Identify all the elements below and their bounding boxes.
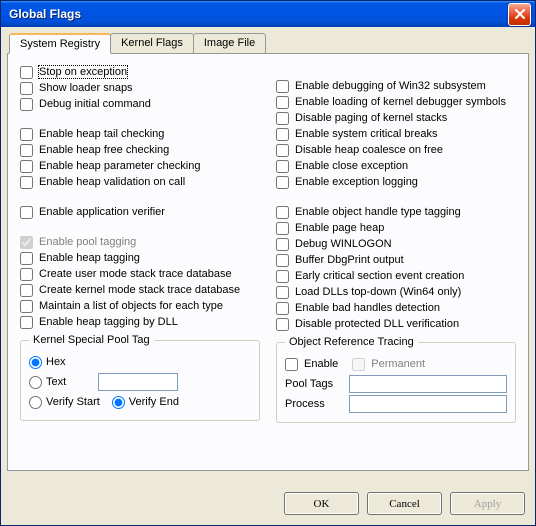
chk-objref-enable[interactable]: Enable	[285, 358, 338, 371]
radio-hex[interactable]	[29, 356, 42, 369]
process-label: Process	[285, 398, 349, 410]
tabstrip: System Registry Kernel Flags Image File	[9, 33, 529, 53]
ok-button[interactable]: OK	[284, 492, 359, 515]
radio-verify-end[interactable]	[112, 396, 125, 409]
chk-debug-win32[interactable]: Enable debugging of Win32 subsystem	[276, 78, 516, 94]
left-column: Stop on exception Show loader snaps Debu…	[20, 64, 260, 423]
tab-kernel-flags[interactable]: Kernel Flags	[110, 33, 194, 53]
chk-obj-handle-type-tag[interactable]: Enable object handle type tagging	[276, 204, 516, 220]
pool-tags-label: Pool Tags	[285, 378, 349, 390]
chk-maintain-obj-list[interactable]: Maintain a list of objects for each type	[20, 298, 260, 314]
right-column: Enable debugging of Win32 subsystem Enab…	[276, 64, 516, 423]
radio-verify-start-label: Verify Start	[46, 396, 100, 408]
kernel-pool-legend: Kernel Special Pool Tag	[29, 334, 154, 346]
global-flags-window: Global Flags System Registry Kernel Flag…	[0, 0, 536, 526]
chk-disable-heap-coalesce[interactable]: Disable heap coalesce on free	[276, 142, 516, 158]
tab-system-registry[interactable]: System Registry	[9, 33, 111, 54]
tab-image-file[interactable]: Image File	[193, 33, 266, 53]
chk-kernel-stack-trace-db[interactable]: Create kernel mode stack trace database	[20, 282, 260, 298]
radio-hex-label: Hex	[46, 356, 66, 368]
chk-bad-handles[interactable]: Enable bad handles detection	[276, 300, 516, 316]
chk-heap-free-checking[interactable]: Enable heap free checking	[20, 142, 260, 158]
chk-objref-permanent: Permanent	[352, 358, 425, 371]
chk-app-verifier[interactable]: Enable application verifier	[20, 204, 260, 220]
titlebar: Global Flags	[1, 1, 535, 27]
chk-page-heap[interactable]: Enable page heap	[276, 220, 516, 236]
client-area: System Registry Kernel Flags Image File …	[1, 27, 535, 525]
chk-debug-winlogon[interactable]: Debug WINLOGON	[276, 236, 516, 252]
process-input[interactable]	[349, 395, 507, 413]
apply-button[interactable]: Apply	[450, 492, 525, 515]
cancel-button[interactable]: Cancel	[367, 492, 442, 515]
window-title: Global Flags	[5, 7, 508, 21]
chk-disable-paging-kstacks[interactable]: Disable paging of kernel stacks	[276, 110, 516, 126]
chk-load-dlls-topdown[interactable]: Load DLLs top-down (Win64 only)	[276, 284, 516, 300]
chk-disable-protected-dll[interactable]: Disable protected DLL verification	[276, 316, 516, 332]
chk-heap-validation-call[interactable]: Enable heap validation on call	[20, 174, 260, 190]
object-ref-legend: Object Reference Tracing	[285, 336, 418, 348]
radio-verify-start[interactable]	[29, 396, 42, 409]
chk-heap-tagging-dll[interactable]: Enable heap tagging by DLL	[20, 314, 260, 330]
object-ref-fieldset: Object Reference Tracing Enable Permanen…	[276, 336, 516, 423]
radio-text-label: Text	[46, 376, 86, 388]
radio-verify-end-label: Verify End	[129, 396, 179, 408]
chk-user-stack-trace-db[interactable]: Create user mode stack trace database	[20, 266, 260, 282]
tab-panel: Stop on exception Show loader snaps Debu…	[7, 53, 529, 471]
dialog-button-bar: OK Cancel Apply	[284, 492, 525, 515]
chk-stop-on-exception[interactable]: Stop on exception	[20, 64, 260, 80]
chk-early-cs-event[interactable]: Early critical section event creation	[276, 268, 516, 284]
chk-heap-param-checking[interactable]: Enable heap parameter checking	[20, 158, 260, 174]
chk-sys-critical-breaks[interactable]: Enable system critical breaks	[276, 126, 516, 142]
kernel-pool-text-input[interactable]	[98, 373, 178, 391]
chk-exception-logging[interactable]: Enable exception logging	[276, 174, 516, 190]
chk-load-kernel-symbols[interactable]: Enable loading of kernel debugger symbol…	[276, 94, 516, 110]
pool-tags-input[interactable]	[349, 375, 507, 393]
chk-debug-initial-command[interactable]: Debug initial command	[20, 96, 260, 112]
chk-buffer-dbgprint[interactable]: Buffer DbgPrint output	[276, 252, 516, 268]
chk-heap-tagging[interactable]: Enable heap tagging	[20, 250, 260, 266]
close-button[interactable]	[508, 3, 531, 26]
chk-close-exception[interactable]: Enable close exception	[276, 158, 516, 174]
chk-heap-tail-checking[interactable]: Enable heap tail checking	[20, 126, 260, 142]
kernel-pool-fieldset: Kernel Special Pool Tag Hex Text	[20, 334, 260, 421]
chk-show-loader-snaps[interactable]: Show loader snaps	[20, 80, 260, 96]
chk-pool-tagging: Enable pool tagging	[20, 234, 260, 250]
radio-text[interactable]	[29, 376, 42, 389]
close-icon	[515, 9, 525, 19]
